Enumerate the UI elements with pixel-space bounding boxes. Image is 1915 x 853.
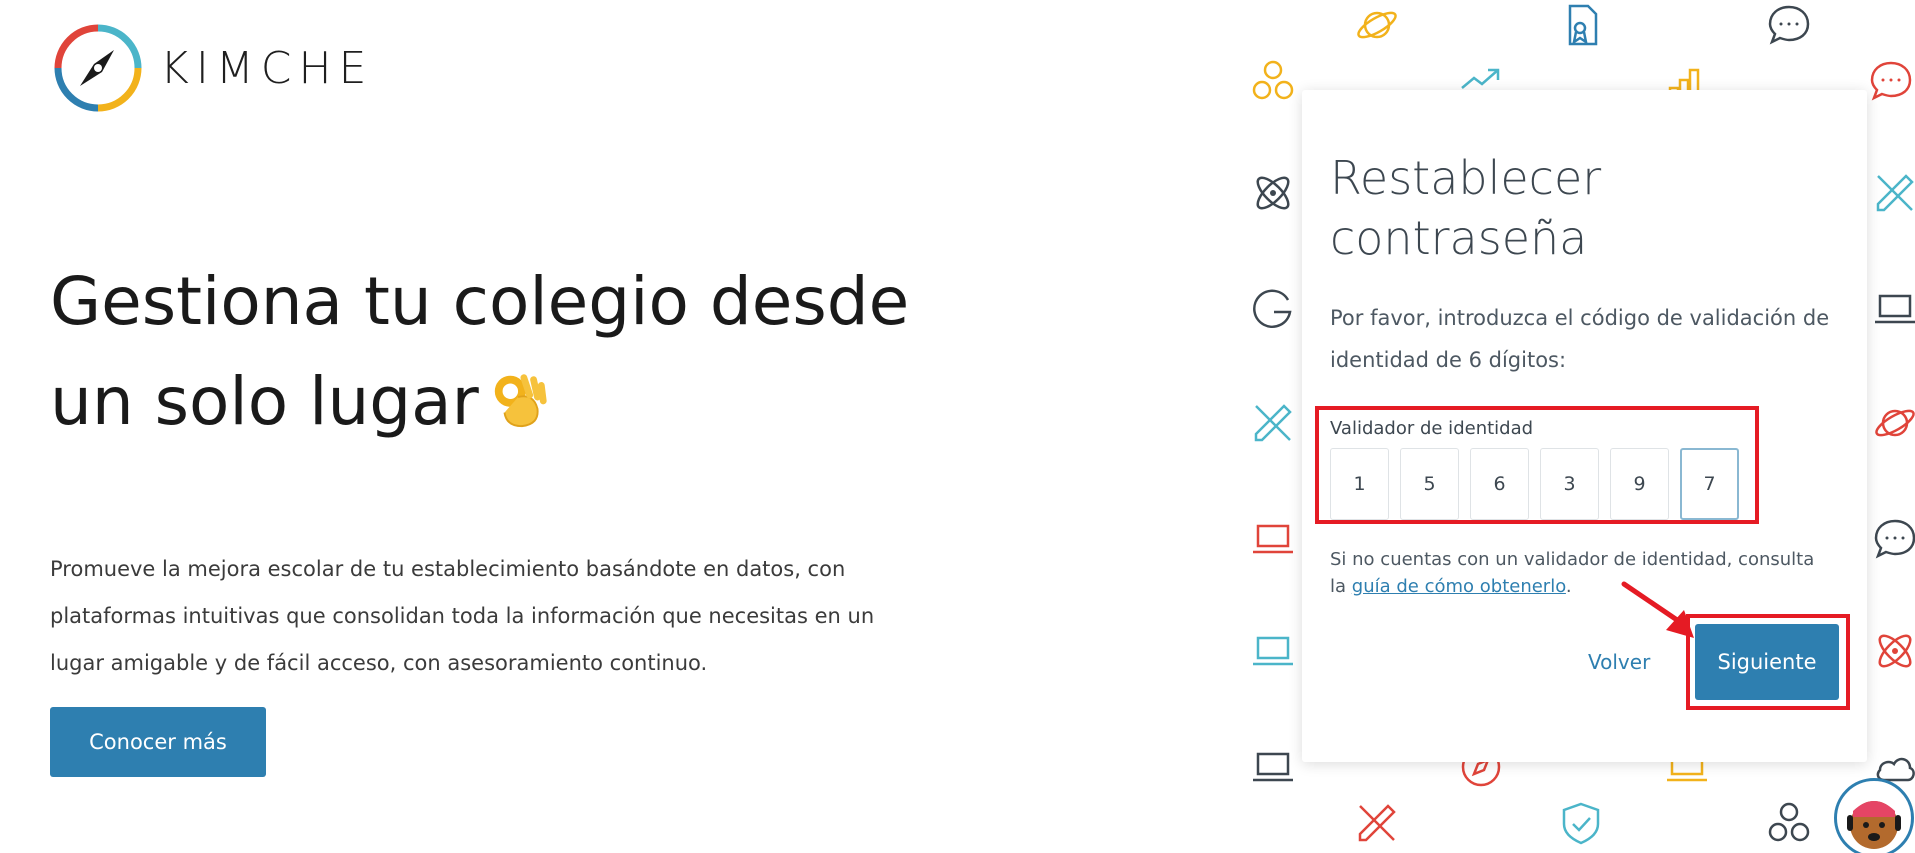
- code-input-row: 1 5 6 3 9 7: [1330, 448, 1739, 520]
- planet-icon: [1357, 11, 1397, 39]
- pencil-ruler-icon: [1254, 404, 1292, 442]
- back-link[interactable]: Volver: [1588, 650, 1650, 674]
- identity-validator-group: Validador de identidad 1 5 6 3 9 7: [1315, 406, 1759, 524]
- chat-icon: [1874, 519, 1915, 559]
- laptop-icon: [1253, 636, 1293, 666]
- planet-icon: [1875, 409, 1915, 437]
- laptop-icon: [1875, 294, 1915, 324]
- pencil-ruler-icon: [1876, 174, 1914, 212]
- conocer-mas-button[interactable]: Conocer más: [50, 707, 266, 777]
- code-digit-4[interactable]: 3: [1540, 448, 1599, 520]
- circles-icon: [1252, 60, 1294, 100]
- brand-name: KIMCHE: [160, 42, 374, 94]
- next-button-highlight: Siguiente: [1686, 614, 1850, 710]
- identity-validator-label: Validador de identidad: [1330, 418, 1534, 439]
- atom-icon: [1256, 176, 1290, 210]
- laptop-icon: [1253, 752, 1293, 782]
- code-digit-6[interactable]: 7: [1680, 448, 1739, 520]
- card-instruction: Por favor, introduzca el código de valid…: [1330, 306, 1830, 372]
- shield-check-icon: [1562, 802, 1600, 845]
- hero-title: Gestiona tu colegio desde un solo lugar: [50, 263, 910, 440]
- siguiente-button[interactable]: Siguiente: [1695, 624, 1839, 700]
- kimche-logo[interactable]: KIMCHE: [50, 20, 373, 116]
- ok-hand-emoji: [494, 374, 547, 428]
- compass-icon: [54, 24, 142, 112]
- circles-icon: [1768, 802, 1810, 842]
- code-digit-2[interactable]: 5: [1400, 448, 1459, 520]
- g-letter-icon: [1253, 289, 1292, 329]
- guide-link[interactable]: guía de cómo obtenerlo: [1352, 576, 1566, 597]
- chat-icon: [1870, 61, 1912, 101]
- card-title: Restablecer contraseña: [1330, 151, 1602, 265]
- laptop-icon: [1253, 524, 1293, 554]
- code-digit-5[interactable]: 9: [1610, 448, 1669, 520]
- chat-icon: [1768, 5, 1810, 45]
- help-text: Si no cuentas con un validador de identi…: [1330, 549, 1815, 597]
- hero-description: Promueve la mejora escolar de tu estable…: [50, 557, 875, 675]
- dog-avatar[interactable]: [1834, 778, 1914, 853]
- atom-icon: [1878, 634, 1912, 668]
- code-digit-1[interactable]: 1: [1330, 448, 1389, 520]
- code-digit-3[interactable]: 6: [1470, 448, 1529, 520]
- certificate-icon: [1568, 4, 1598, 46]
- dog-face-icon: [1847, 801, 1901, 849]
- reset-password-card: Restablecer contraseña Por favor, introd…: [1302, 90, 1867, 762]
- pencil-ruler-icon: [1358, 804, 1396, 842]
